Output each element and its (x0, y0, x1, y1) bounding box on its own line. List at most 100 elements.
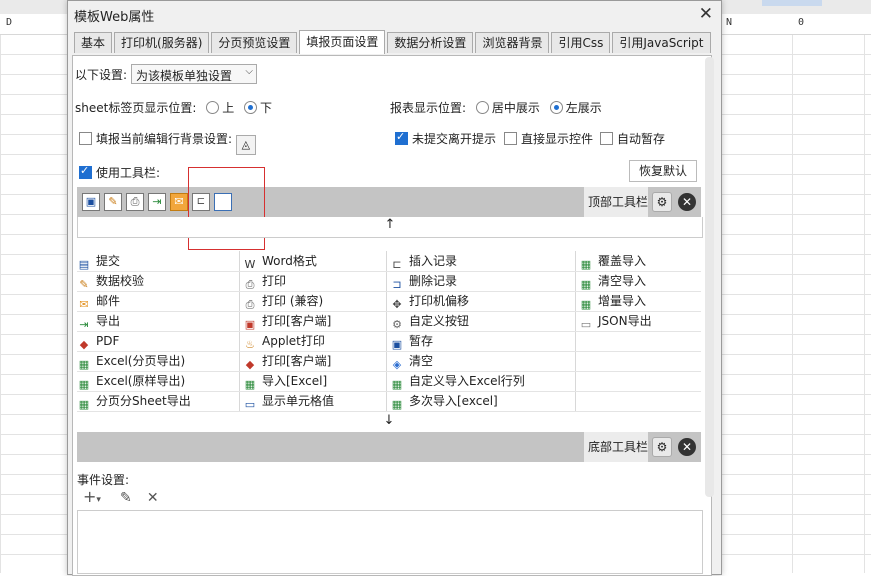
event-list[interactable] (77, 510, 703, 574)
validate-icon[interactable]: ✎ (104, 193, 122, 211)
sheet-tab-radio-bottom[interactable] (244, 101, 258, 114)
tab-javascript[interactable]: 引用JavaScript (612, 32, 711, 53)
auto-save-label: 自动暂存 (617, 132, 666, 146)
pdf-icon: ◆ (79, 338, 89, 351)
bottom-toolbar-label: 底部工具栏 (584, 432, 648, 462)
use-toolbar-checkbox[interactable] (79, 164, 92, 179)
gear-icon[interactable]: ⚙ (652, 192, 672, 212)
button-option-label: 自定义按钮 (409, 314, 470, 328)
direct-show-setting: 直接显示控件 (504, 130, 593, 147)
button-option-label: 暂存 (409, 334, 434, 348)
report-pos-radio-left[interactable] (549, 101, 563, 114)
toolbar-button-option[interactable]: ▦ Excel(原样导出) (77, 371, 185, 391)
event-settings-label: 事件设置: (77, 473, 130, 487)
down-arrow-zone[interactable]: ↓ (77, 413, 701, 428)
toolbar-button-option[interactable]: ✎ 数据校验 (77, 271, 144, 291)
report-position: 报表显示位置: 居中展示 左展示 (390, 99, 602, 116)
add-icon[interactable]: + (83, 487, 96, 506)
excel-import-icon: ▦ (580, 258, 592, 271)
toolbar-button-option[interactable]: ▦ 清空导入 (579, 271, 646, 291)
applet-print-icon: ♨ (245, 338, 255, 351)
unsubmitted-setting: 未提交离开提示 (395, 130, 496, 147)
toolbar-button-option[interactable]: ⎙ 打印 (243, 271, 286, 291)
unsubmitted-checkbox[interactable] (395, 130, 408, 145)
cell-d[interactable]: D (6, 17, 12, 28)
mail-icon[interactable]: ✉ (170, 193, 188, 211)
sheet-tab-radio-top[interactable] (206, 101, 220, 114)
save-icon: ▣ (391, 338, 403, 351)
gear-icon[interactable]: ⚙ (652, 437, 672, 457)
button-option-label: 自定义导入Excel行列 (409, 374, 525, 388)
tab-css[interactable]: 引用Css (551, 32, 611, 53)
cell-n[interactable]: N (726, 17, 732, 28)
toolbar-button-option[interactable]: ⇥ 导出 (77, 311, 120, 331)
chevron-down-icon[interactable]: ▾ (96, 495, 101, 505)
tab-browser-bg[interactable]: 浏览器背景 (475, 32, 550, 53)
button-option-label: 提交 (96, 254, 121, 268)
edit-icon[interactable]: ✎ (120, 490, 132, 506)
toolbar-button-option[interactable]: ✥ 打印机偏移 (390, 291, 469, 311)
down-arrow-icon[interactable]: ↓ (384, 413, 395, 428)
toolbar-button-option[interactable]: ▤ 提交 (77, 251, 120, 271)
button-option-label: 多次导入[excel] (409, 394, 498, 408)
toolbar-button-option[interactable]: ▦ 覆盖导入 (579, 251, 646, 271)
tab-printer[interactable]: 打印机(服务器) (114, 32, 210, 53)
toolbar-button-option[interactable]: ⚙ 自定义按钮 (390, 311, 469, 331)
close-icon[interactable]: ✕ (678, 193, 696, 211)
toolbar-button-option[interactable]: ◆ PDF (77, 331, 120, 351)
button-option-label: 显示单元格值 (262, 394, 335, 408)
eraser-icon: ◈ (392, 358, 402, 371)
toolbar-button-option[interactable]: ⎙ 打印 (兼容) (243, 291, 324, 311)
toolbar-button-option[interactable]: ◆ 打印[客户端] (243, 351, 332, 371)
scrollbar[interactable] (705, 57, 714, 497)
button-option-label: Excel(分页导出) (96, 354, 186, 368)
tab-basic[interactable]: 基本 (74, 32, 113, 53)
save-icon[interactable]: ▣ (82, 193, 100, 211)
toolbar-button-option[interactable]: ⊐ 删除记录 (390, 271, 457, 291)
toolbar-button-option[interactable]: ▣ 暂存 (390, 331, 433, 351)
toolbar-button-option[interactable]: ▦ 多次导入[excel] (390, 391, 498, 411)
toolbar-button-option[interactable]: ▭ JSON导出 (579, 311, 652, 331)
export-icon: ⇥ (79, 318, 89, 331)
setting-select[interactable]: 为该模板单独设置 ⌵ (131, 64, 257, 84)
report-pos-radio-center[interactable] (475, 101, 489, 114)
paint-bucket-icon[interactable]: ◬ (235, 135, 256, 155)
mail-icon: ✉ (79, 298, 89, 311)
close-icon[interactable]: ✕ (678, 438, 696, 456)
grid-row-divider (77, 331, 701, 332)
toolbar-button-option[interactable]: ▣ 打印[客户端] (243, 311, 332, 331)
toolbar-button-option[interactable]: ✉ 邮件 (77, 291, 120, 311)
report-pos-label: 报表显示位置: (390, 101, 467, 115)
toolbar-button-option[interactable]: ▦ Excel(分页导出) (77, 351, 185, 371)
button-option-label: 导入[Excel] (262, 374, 328, 388)
close-icon[interactable]: ✕ (699, 4, 713, 24)
toolbar-button-option[interactable]: ▭ 显示单元格值 (243, 391, 334, 411)
toolbar-drop-zone[interactable]: ↑ (77, 217, 703, 238)
toolbar-button-option[interactable]: ▦ 分页分Sheet导出 (77, 391, 191, 411)
tab-data-analysis[interactable]: 数据分析设置 (387, 32, 474, 53)
print-icon[interactable]: ⎙ (126, 193, 144, 211)
restore-default-button[interactable]: 恢复默认 (629, 160, 697, 182)
delete-icon[interactable]: ✕ (147, 490, 159, 506)
cell-value[interactable]: 0 (798, 17, 804, 28)
auto-save-checkbox[interactable] (600, 132, 613, 145)
toolbar-button-option[interactable]: ▦ 导入[Excel] (243, 371, 327, 391)
pdf-print-icon: ◆ (245, 358, 255, 371)
grid-row-divider (77, 411, 701, 412)
button-option-label: 打印 (兼容) (262, 294, 324, 308)
toolbar-button-option[interactable]: ▦ 自定义导入Excel行列 (390, 371, 525, 391)
direct-show-checkbox[interactable] (504, 132, 517, 145)
edit-row-bg-checkbox[interactable] (79, 132, 92, 145)
tab-page-preview[interactable]: 分页预览设置 (211, 32, 298, 53)
export-icon[interactable]: ⇥ (148, 193, 166, 211)
up-arrow-icon[interactable]: ↑ (385, 217, 396, 232)
toolbar-button-option[interactable]: ♨ Applet打印 (243, 331, 325, 351)
toolbar-button-option[interactable]: ◈ 清空 (390, 351, 433, 371)
toolbar-button-option[interactable]: ⊏ 插入记录 (390, 251, 457, 271)
toolbar-button-option[interactable]: ▦ 增量导入 (579, 291, 646, 311)
toolbar-button-option[interactable]: W Word格式 (243, 251, 317, 271)
button-option-label: 覆盖导入 (598, 254, 647, 268)
tab-fill-page[interactable]: 填报页面设置 (299, 30, 386, 54)
button-option-label: 清空 (409, 354, 434, 368)
edit-row-bg-label: 填报当前编辑行背景设置: (96, 132, 233, 146)
